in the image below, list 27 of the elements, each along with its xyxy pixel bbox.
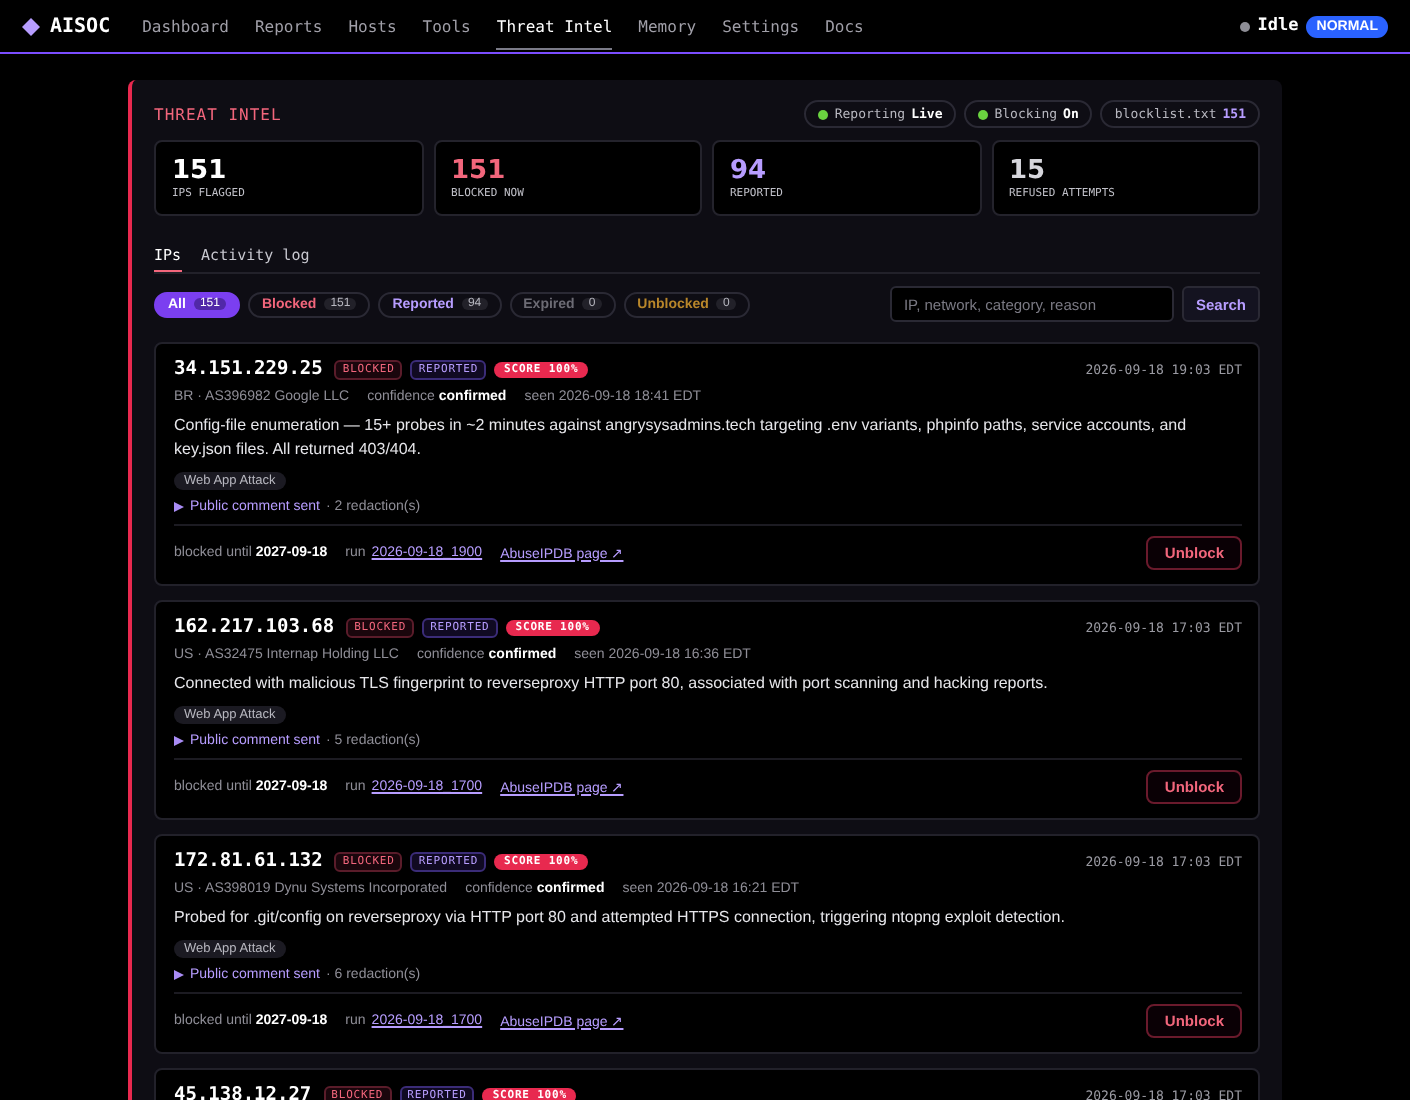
caret-icon[interactable] — [174, 970, 184, 980]
caret-icon[interactable] — [174, 736, 184, 746]
status-dot-icon — [1239, 21, 1250, 31]
nav-link[interactable]: Hosts — [348, 3, 397, 49]
brand-name: AISOC — [50, 15, 111, 37]
description: Config-file enumeration — 15+ probes in ~2 minutes against angrysysadmins.tech targeting .env variants, phpinfo paths, service accounts, and key.json files. All returned 403/404. — [174, 414, 1189, 462]
ip-address: 34.151.229.25 — [174, 358, 323, 380]
description: Probed for .git/config on reverseproxy via HTTP port 80 and attempted HTTPS connection, triggering ntopng exploit detection. — [174, 906, 1067, 930]
nav-link[interactable]: Settings — [722, 3, 800, 49]
ip-address: 172.81.61.132 — [174, 850, 323, 872]
ip-address: 45.138.12.27 — [174, 1084, 312, 1100]
description: Connected with malicious TLS fingerprint to reverseproxy HTTP port 80, associated with port scanning and hacking reports. — [174, 672, 1050, 696]
ip-address: 162.217.103.68 — [174, 616, 335, 638]
stat-value: 151 — [172, 156, 229, 186]
nav-link[interactable]: Reports — [254, 3, 323, 49]
stat-value: 94 — [730, 156, 769, 186]
nav-link[interactable]: Dashboard — [142, 3, 229, 49]
stat-value: 15 — [1009, 156, 1048, 186]
nav-link[interactable]: Tools — [422, 3, 471, 49]
nav-link[interactable]: Memory — [638, 3, 697, 49]
stat-value: 151 — [451, 156, 508, 186]
status-label: Idle — [1257, 16, 1299, 36]
caret-icon[interactable] — [174, 502, 184, 512]
nav-link[interactable]: Threat Intel — [496, 3, 613, 49]
diamond-logo-icon — [22, 17, 40, 35]
nav-link[interactable]: Docs — [825, 3, 864, 49]
panel-title: THREAT INTEL — [154, 105, 282, 123]
